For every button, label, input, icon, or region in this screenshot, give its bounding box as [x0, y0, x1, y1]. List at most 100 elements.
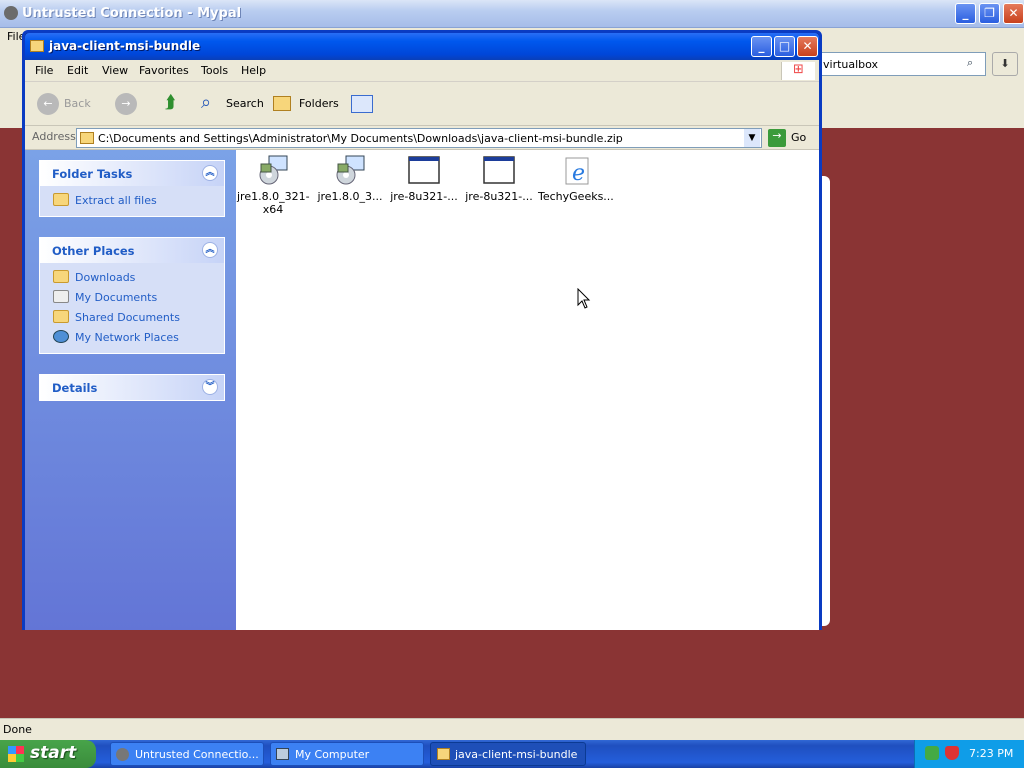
- browser-titlebar[interactable]: Untrusted Connection - Mypal _ ❐ ✕: [0, 0, 1024, 28]
- network-tray-icon[interactable]: [925, 746, 939, 760]
- folder-icon: [53, 310, 69, 323]
- file-name: jre-8u321-...: [465, 190, 533, 203]
- documents-icon: [53, 290, 69, 303]
- installer-icon: [334, 154, 366, 186]
- search-icon[interactable]: ⌕: [967, 56, 973, 70]
- file-item[interactable]: jre1.8.0_321-x64: [237, 154, 310, 216]
- search-button[interactable]: Search: [226, 97, 264, 110]
- folder-tasks-panel: Folder Tasks ︽ Extract all files: [39, 160, 225, 217]
- ie-icon: e: [558, 154, 590, 186]
- menu-bar: File Edit View Favorites Tools Help ⊞: [25, 60, 819, 82]
- details-title: Details: [52, 381, 98, 395]
- taskbar-button-browser[interactable]: Untrusted Connectio...: [110, 742, 264, 766]
- browser-search-value: virtualbox: [823, 58, 879, 71]
- other-places-header[interactable]: Other Places ︽: [40, 238, 224, 263]
- views-icon[interactable]: [351, 95, 373, 113]
- zip-folder-icon: [30, 40, 44, 52]
- taskbar: start Untrusted Connectio... My Computer…: [0, 740, 1024, 768]
- place-my-network-places-link[interactable]: My Network Places: [40, 327, 224, 347]
- zip-folder-icon: [437, 748, 450, 760]
- browser-search-input[interactable]: virtualbox ⌕: [818, 52, 986, 76]
- start-button[interactable]: start: [0, 740, 96, 768]
- file-item[interactable]: e TechyGeeks...: [538, 154, 614, 203]
- extract-all-files-link[interactable]: Extract all files: [40, 190, 224, 210]
- minimize-button[interactable]: _: [751, 36, 772, 57]
- file-name: jre1.8.0_3...: [317, 190, 383, 203]
- place-downloads-label: Downloads: [75, 271, 136, 284]
- menu-file[interactable]: File: [35, 64, 53, 77]
- address-value: C:\Documents and Settings\Administrator\…: [98, 132, 623, 145]
- file-item[interactable]: jre-8u321-...: [463, 154, 535, 203]
- other-places-title: Other Places: [52, 244, 135, 258]
- taskbar-label: My Computer: [295, 748, 370, 761]
- explorer-titlebar[interactable]: java-client-msi-bundle _ □ ✕: [25, 33, 819, 60]
- extract-all-files-label: Extract all files: [75, 194, 157, 207]
- expand-icon[interactable]: ︾: [202, 379, 218, 395]
- explorer-title: java-client-msi-bundle: [49, 39, 201, 53]
- place-shared-documents-link[interactable]: Shared Documents: [40, 307, 224, 327]
- details-panel: Details ︾: [39, 374, 225, 401]
- taskbar-button-explorer[interactable]: java-client-msi-bundle: [430, 742, 586, 766]
- go-arrow-icon[interactable]: →: [768, 129, 786, 147]
- close-button[interactable]: ✕: [797, 36, 818, 57]
- svg-text:e: e: [572, 161, 585, 186]
- address-bar: Address C:\Documents and Settings\Admini…: [25, 126, 819, 150]
- folder-icon: [53, 270, 69, 283]
- address-input[interactable]: C:\Documents and Settings\Administrator\…: [76, 128, 762, 148]
- place-my-documents-link[interactable]: My Documents: [40, 287, 224, 307]
- file-name: jre1.8.0_321-x64: [237, 190, 310, 216]
- window-icon: [483, 154, 515, 186]
- place-my-network-places-label: My Network Places: [75, 331, 179, 344]
- clock[interactable]: 7:23 PM: [969, 747, 1013, 760]
- taskbar-label: java-client-msi-bundle: [455, 748, 578, 761]
- go-button[interactable]: Go: [791, 131, 806, 144]
- taskbar-label: Untrusted Connectio...: [135, 748, 259, 761]
- browser-maximize-button[interactable]: ❐: [979, 3, 1000, 24]
- zip-folder-icon: [80, 132, 94, 144]
- menu-tools[interactable]: Tools: [201, 64, 228, 77]
- forward-arrow-icon[interactable]: →: [115, 93, 137, 115]
- window-icon: [408, 154, 440, 186]
- menu-edit[interactable]: Edit: [67, 64, 88, 77]
- place-shared-documents-label: Shared Documents: [75, 311, 180, 324]
- menu-help[interactable]: Help: [241, 64, 266, 77]
- menu-favorites[interactable]: Favorites: [139, 64, 189, 77]
- file-name: jre-8u321-...: [390, 190, 458, 203]
- folders-icon[interactable]: [273, 96, 291, 111]
- installer-icon: [257, 154, 289, 186]
- windows-logo-icon: ⊞: [781, 62, 815, 80]
- file-item[interactable]: jre-8u321-...: [388, 154, 460, 203]
- address-label: Address: [32, 130, 76, 143]
- task-pane: Folder Tasks ︽ Extract all files Other P…: [25, 150, 236, 630]
- security-shield-icon[interactable]: [945, 746, 959, 760]
- menu-view[interactable]: View: [102, 64, 128, 77]
- browser-title: Untrusted Connection - Mypal: [22, 6, 242, 21]
- folders-button[interactable]: Folders: [299, 97, 339, 110]
- search-icon[interactable]: ⌕: [201, 92, 211, 113]
- maximize-button[interactable]: □: [774, 36, 795, 57]
- windows-flag-icon: [8, 746, 24, 762]
- system-tray: 7:23 PM: [914, 740, 1024, 768]
- folder-tasks-header[interactable]: Folder Tasks ︽: [40, 161, 224, 186]
- mypal-icon: [4, 6, 18, 20]
- taskbar-button-my-computer[interactable]: My Computer: [270, 742, 424, 766]
- back-button[interactable]: Back: [64, 97, 91, 110]
- collapse-icon[interactable]: ︽: [202, 165, 218, 181]
- collapse-icon[interactable]: ︽: [202, 242, 218, 258]
- mypal-icon: [116, 748, 129, 761]
- place-downloads-link[interactable]: Downloads: [40, 267, 224, 287]
- details-header[interactable]: Details ︾: [40, 375, 224, 400]
- file-list: jre1.8.0_321-x64 jre1.8.0_3... jre-8u321…: [236, 150, 819, 630]
- start-label: start: [30, 743, 77, 763]
- back-arrow-icon[interactable]: ←: [37, 93, 59, 115]
- browser-close-button[interactable]: ✕: [1003, 3, 1024, 24]
- file-name: TechyGeeks...: [538, 190, 614, 203]
- chevron-down-icon[interactable]: ▼: [744, 129, 760, 147]
- extract-icon: [53, 193, 69, 206]
- folder-tasks-title: Folder Tasks: [52, 167, 133, 181]
- file-item[interactable]: jre1.8.0_3...: [314, 154, 386, 203]
- download-icon[interactable]: ⬇: [992, 52, 1018, 76]
- mouse-cursor-icon: [577, 288, 591, 309]
- up-folder-icon[interactable]: ⮭: [165, 92, 176, 113]
- browser-minimize-button[interactable]: _: [955, 3, 976, 24]
